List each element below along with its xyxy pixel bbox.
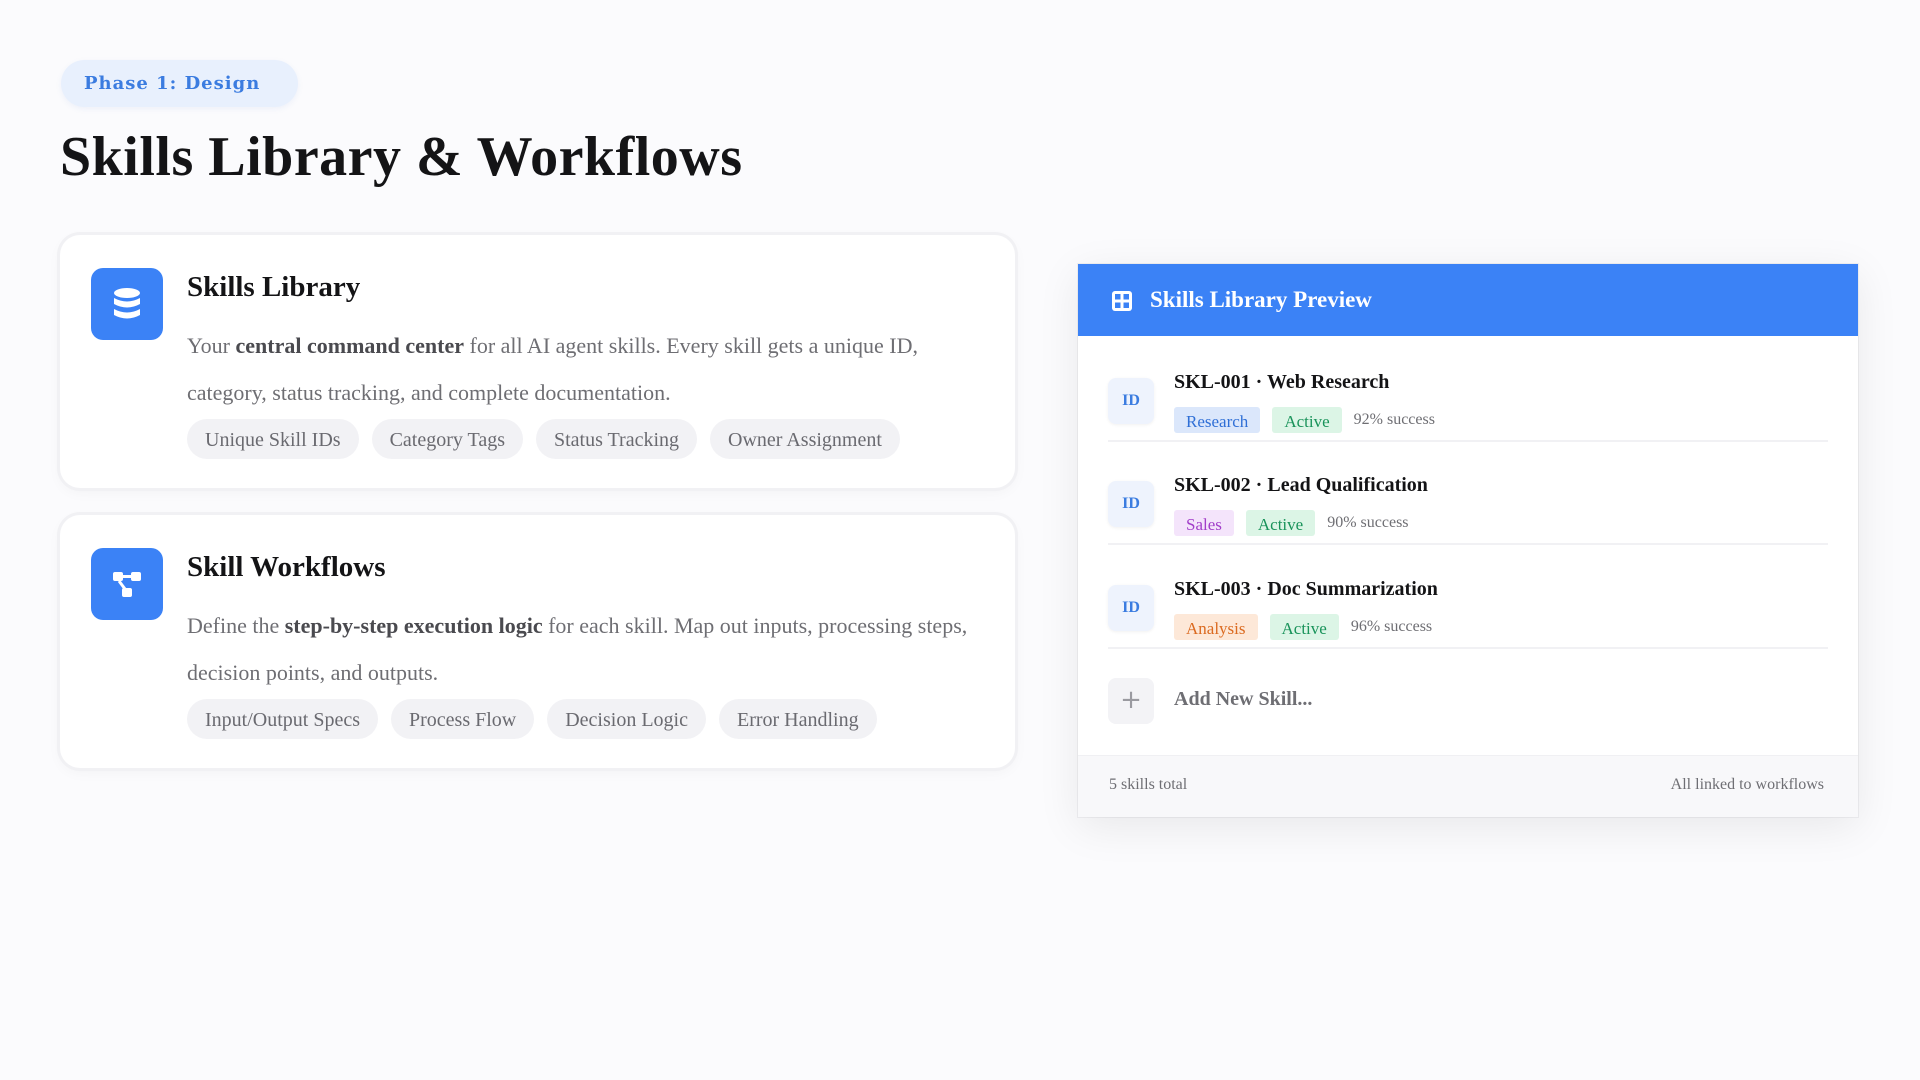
feature-tag: Owner Assignment	[710, 419, 900, 459]
skill-row[interactable]: ID SKL-001 · Web Research Research Activ…	[1108, 337, 1828, 442]
skills-total: 5 skills total	[1109, 776, 1188, 793]
success-rate: 90% success	[1327, 514, 1409, 531]
plus-icon: +	[1108, 678, 1154, 724]
workflow-icon	[91, 548, 163, 620]
skill-name: SKL-003 · Doc Summarization	[1174, 578, 1438, 600]
skill-meta: Analysis Active 96% success	[1174, 612, 1432, 642]
status-badge: Active	[1269, 614, 1339, 640]
success-rate: 92% success	[1353, 411, 1435, 428]
database-icon	[91, 268, 163, 340]
card-title: Skill Workflows	[187, 551, 386, 583]
workflow-link-status: All linked to workflows	[1670, 776, 1824, 793]
skill-name: SKL-002 · Lead Qualification	[1174, 474, 1428, 496]
card-description: Your central command center for all AI a…	[187, 333, 918, 405]
grid-icon	[1112, 291, 1132, 316]
success-rate: 96% success	[1350, 618, 1433, 635]
preview-header: Skills Library Preview	[1078, 264, 1858, 336]
category-badge: Research	[1174, 407, 1261, 433]
skill-workflows-card: Skill Workflows Define the step-by-step …	[60, 515, 1015, 768]
feature-tag: Process Flow	[391, 699, 535, 739]
skill-row[interactable]: ID SKL-002 · Lead Qualification Sales Ac…	[1108, 440, 1828, 545]
card-description: Define the step-by-step execution logic …	[187, 613, 968, 685]
card-title: Skills Library	[187, 271, 361, 303]
skill-name: SKL-001 · Web Research	[1174, 371, 1390, 393]
category-badge: Sales	[1174, 510, 1234, 536]
status-badge: Active	[1245, 510, 1316, 536]
skill-row[interactable]: ID SKL-003 · Doc Summarization Analysis …	[1108, 544, 1828, 649]
id-badge: ID	[1108, 585, 1154, 631]
id-badge: ID	[1108, 378, 1154, 424]
feature-tag: Status Tracking	[536, 419, 698, 459]
feature-tag: Error Handling	[718, 699, 877, 739]
preview-footer: 5 skills total All linked to workflows	[1078, 755, 1858, 817]
feature-tag: Unique Skill IDs	[187, 419, 359, 459]
page-title: Skills Library & Workflows	[60, 126, 743, 188]
status-badge: Active	[1272, 407, 1342, 433]
skill-meta: Research Active 92% success	[1174, 405, 1435, 435]
feature-tag: Input/Output Specs	[187, 699, 378, 739]
id-badge: ID	[1108, 481, 1154, 527]
add-new-skill-label: Add New Skill...	[1174, 688, 1313, 710]
skill-meta: Sales Active 90% success	[1174, 508, 1409, 538]
skills-library-card: Skills Library Your central command cent…	[60, 235, 1015, 488]
feature-tags: Input/Output Specs Process Flow Decision…	[187, 699, 877, 739]
feature-tags: Unique Skill IDs Category Tags Status Tr…	[187, 419, 900, 459]
skills-library-preview: Skills Library Preview ID SKL-001 · Web …	[1078, 264, 1858, 817]
feature-tag: Category Tags	[371, 419, 523, 459]
category-badge: Analysis	[1174, 614, 1258, 640]
add-new-skill-button[interactable]: + Add New Skill...	[1108, 678, 1828, 728]
phase-badge: Phase 1: Design	[61, 60, 299, 107]
feature-tag: Decision Logic	[547, 699, 706, 739]
preview-title: Skills Library Preview	[1150, 287, 1372, 312]
